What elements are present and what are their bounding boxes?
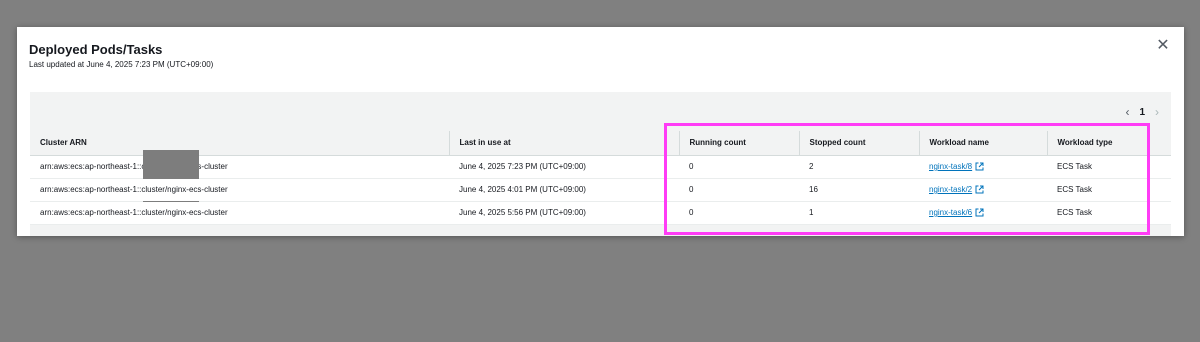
workload-name-cell: nginx-task/8 xyxy=(919,155,1047,179)
modal-title: Deployed Pods/Tasks xyxy=(29,42,163,57)
workload-type-cell: ECS Task xyxy=(1047,178,1171,202)
cluster-arn: arn:aws:ecs:ap-northeast-1::cluster/ngin… xyxy=(40,185,228,194)
arn-prefix: arn:aws:ecs:ap-northeast-1: xyxy=(40,185,140,194)
column-header-workload-type[interactable]: Workload type xyxy=(1046,131,1171,156)
column-header-last-in-use[interactable]: Last in use at xyxy=(448,131,679,156)
arn-prefix: arn:aws:ecs:ap-northeast-1: xyxy=(40,162,140,171)
workload-name-link[interactable]: nginx-task/8 xyxy=(929,162,984,171)
table-header-row: Cluster ARN Last in use at Running count… xyxy=(30,131,1171,156)
cluster-arn-cell: arn:aws:ecs:ap-northeast-1::cluster/ngin… xyxy=(30,201,449,225)
chevron-left-icon[interactable]: ‹ xyxy=(1125,105,1129,119)
column-header-running-count[interactable]: Running count xyxy=(678,131,799,156)
workload-name-text: nginx-task/2 xyxy=(929,185,973,194)
cluster-arn-cell: arn:aws:ecs:ap-northeast-1::cluster/ngin… xyxy=(30,178,449,202)
workload-name-link[interactable]: nginx-task/2 xyxy=(929,185,984,194)
chevron-right-icon[interactable]: › xyxy=(1155,105,1159,119)
arn-suffix: :cluster/nginx-ecs-cluster xyxy=(139,162,228,171)
cluster-arn: arn:aws:ecs:ap-northeast-1::cluster/ngin… xyxy=(40,150,228,221)
external-link-icon xyxy=(975,208,984,217)
last-in-use-cell: June 4, 2025 4:01 PM (UTC+09:00) xyxy=(449,178,679,202)
running-count-cell: 0 xyxy=(679,201,799,225)
arn-suffix: :cluster/nginx-ecs-cluster xyxy=(139,208,228,217)
page-number-button[interactable]: 1 xyxy=(1139,107,1145,118)
deployed-tasks-modal: Deployed Pods/Tasks Last updated at June… xyxy=(17,27,1184,236)
cluster-arn: arn:aws:ecs:ap-northeast-1::cluster/ngin… xyxy=(40,208,228,217)
last-in-use-cell: June 4, 2025 5:56 PM (UTC+09:00) xyxy=(449,201,679,225)
workload-name-cell: nginx-task/2 xyxy=(919,178,1047,202)
table-row: arn:aws:ecs:ap-northeast-1::cluster/ngin… xyxy=(30,178,1171,202)
column-header-workload-name[interactable]: Workload name xyxy=(918,131,1047,156)
stopped-count-cell: 1 xyxy=(799,201,919,225)
tasks-table-panel: ‹ 1 › Cluster ARN Last in use at Running… xyxy=(30,92,1171,236)
workload-name-link[interactable]: nginx-task/6 xyxy=(929,208,984,217)
last-in-use-cell: June 4, 2025 7:23 PM (UTC+09:00) xyxy=(449,155,679,179)
running-count-cell: 0 xyxy=(679,155,799,179)
workload-type-cell: ECS Task xyxy=(1047,201,1171,225)
column-header-stopped-count[interactable]: Stopped count xyxy=(798,131,919,156)
pagination: ‹ 1 › xyxy=(1125,105,1159,119)
stopped-count-cell: 2 xyxy=(799,155,919,179)
workload-name-text: nginx-task/8 xyxy=(929,162,973,171)
workload-name-cell: nginx-task/6 xyxy=(919,201,1047,225)
external-link-icon xyxy=(975,162,984,171)
table-row: arn:aws:ecs:ap-northeast-1::cluster/ngin… xyxy=(30,150,1171,221)
arn-suffix: :cluster/nginx-ecs-cluster xyxy=(139,185,228,194)
workload-name-text: nginx-task/6 xyxy=(929,208,973,217)
workload-type-cell: ECS Task xyxy=(1047,155,1171,179)
column-header-cluster-arn[interactable]: Cluster ARN xyxy=(30,131,449,156)
last-updated-text: Last updated at June 4, 2025 7:23 PM (UT… xyxy=(29,60,214,69)
stopped-count-cell: 16 xyxy=(799,178,919,202)
table-row: arn:aws:ecs:ap-northeast-1::cluster/ngin… xyxy=(30,201,1171,225)
close-icon[interactable]: ✕ xyxy=(1154,37,1172,55)
arn-prefix: arn:aws:ecs:ap-northeast-1: xyxy=(40,208,140,217)
cluster-arn-cell: arn:aws:ecs:ap-northeast-1::cluster/ngin… xyxy=(30,150,449,221)
tasks-table: Cluster ARN Last in use at Running count… xyxy=(30,131,1171,225)
external-link-icon xyxy=(975,185,984,194)
running-count-cell: 0 xyxy=(679,178,799,202)
